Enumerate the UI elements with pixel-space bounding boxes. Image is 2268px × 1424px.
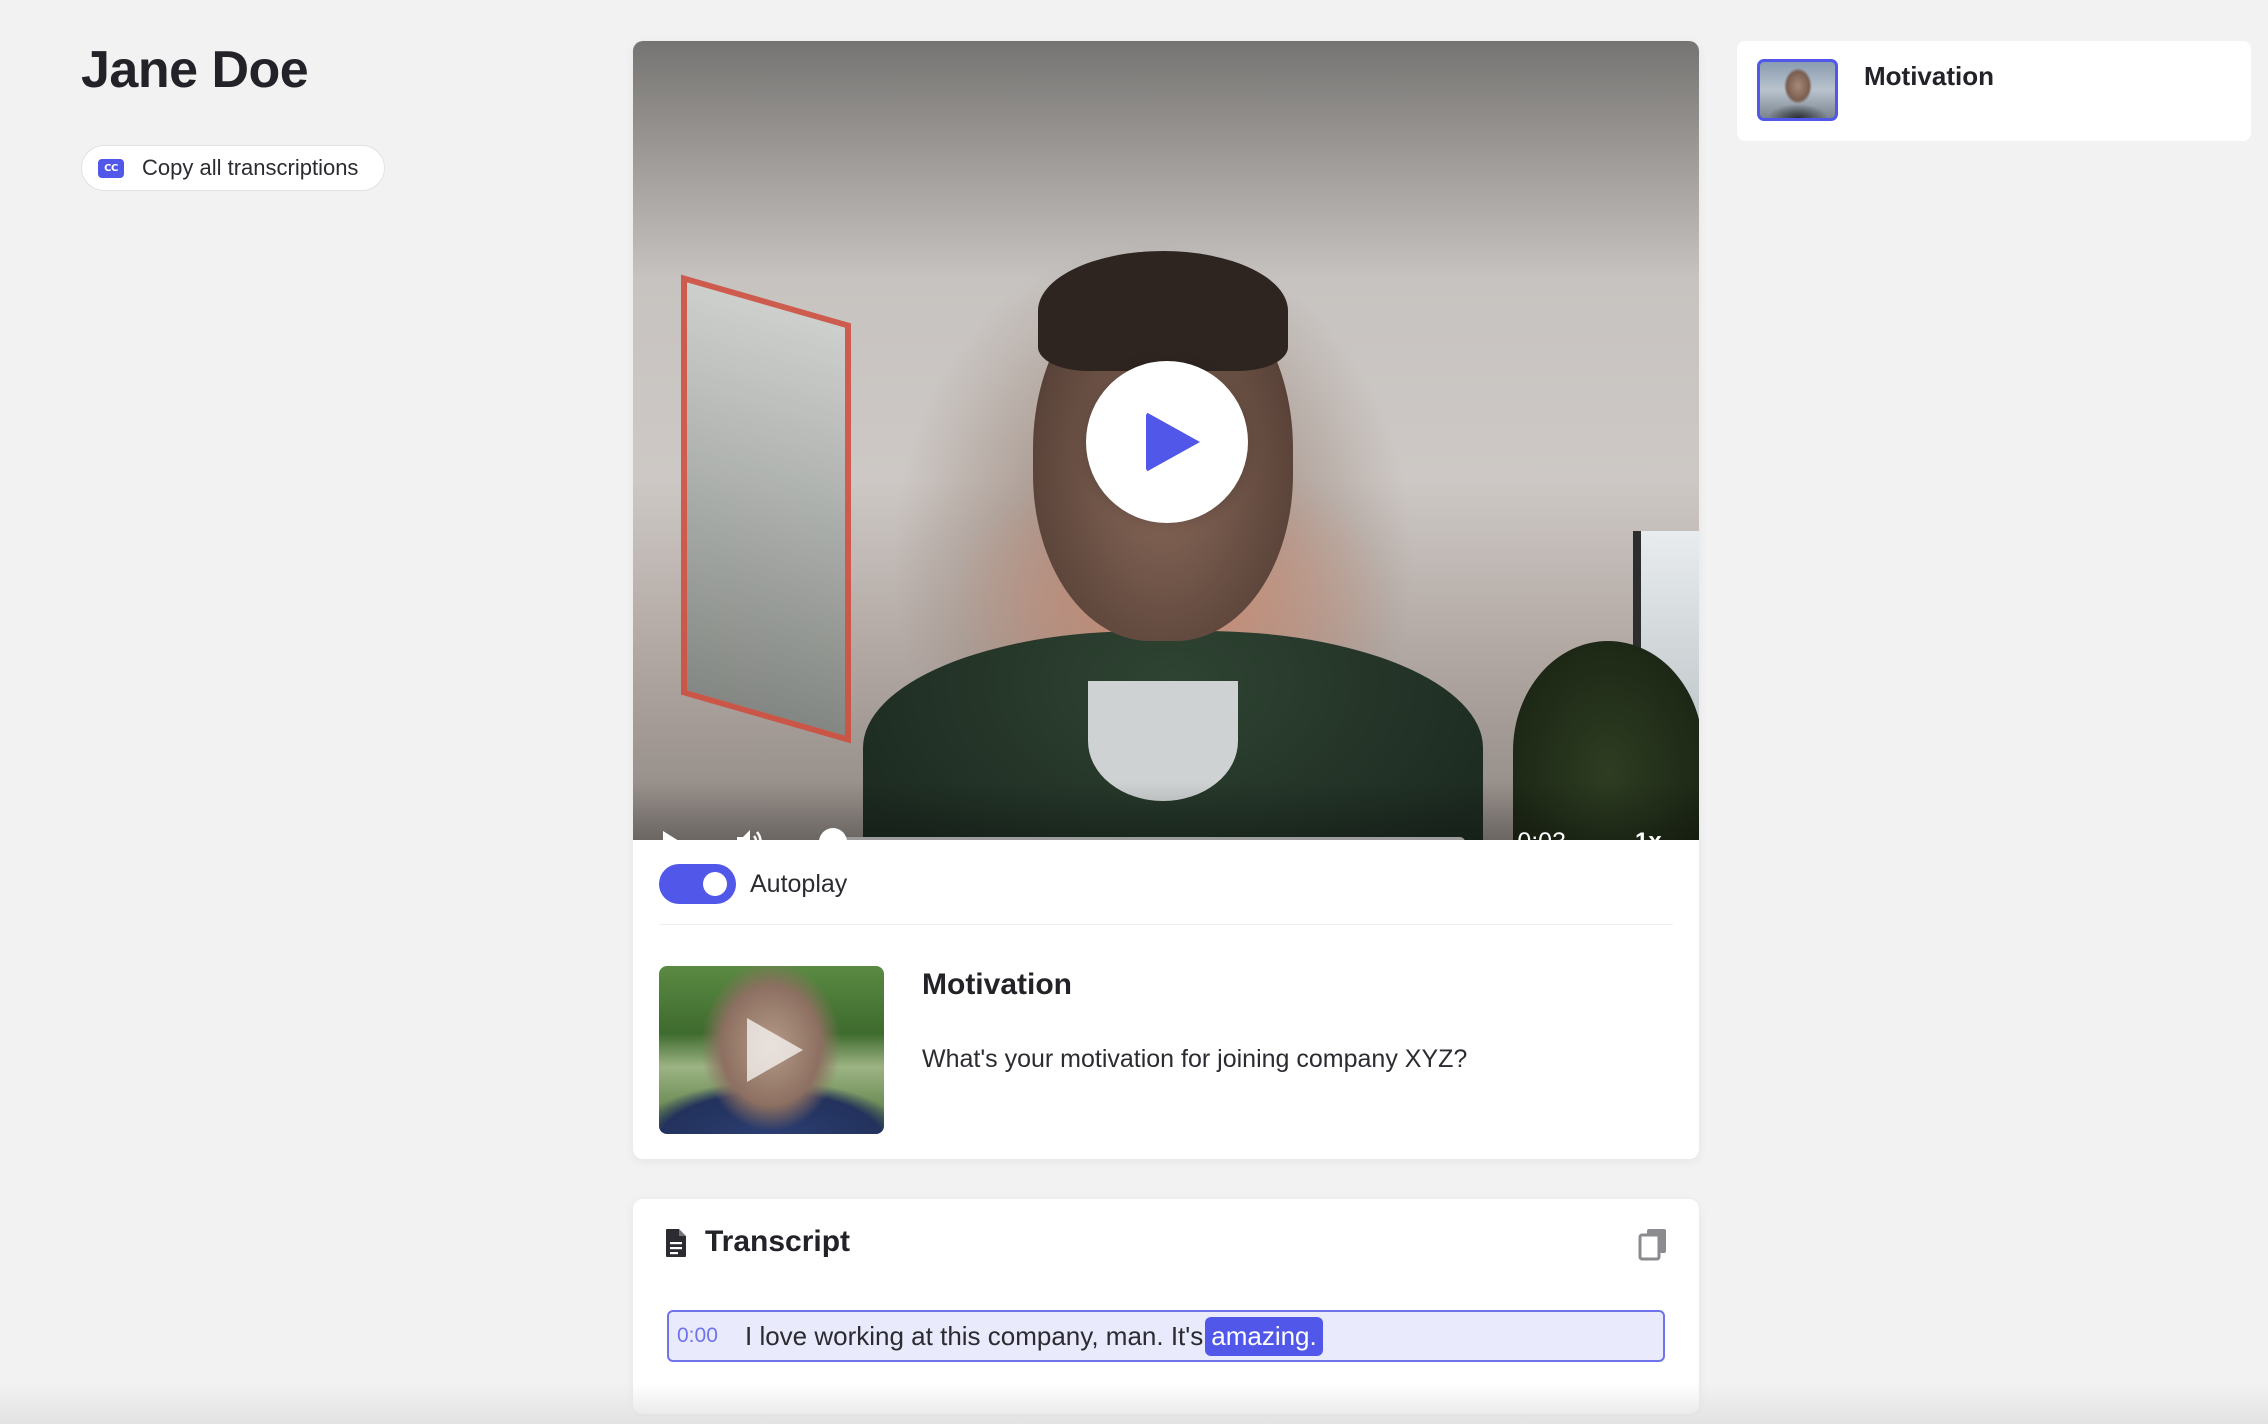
seek-bar[interactable] (833, 837, 1465, 840)
document-icon (666, 1229, 686, 1257)
video-frame-content (681, 274, 851, 744)
closed-captions-icon: CC (98, 158, 124, 178)
candidate-name: Jane Doe (81, 41, 309, 99)
playback-speed-button[interactable]: 1x (1635, 828, 1662, 840)
autoplay-label: Autoplay (750, 869, 848, 898)
volume-icon[interactable] (735, 827, 765, 840)
video-frame-content (1038, 251, 1288, 371)
sidebar-item-motivation[interactable]: Motivation (1737, 41, 2251, 141)
toggle-knob (703, 872, 727, 896)
transcript-card: Transcript 0:00 I love working at this c… (633, 1199, 1699, 1414)
question-title: Motivation (922, 968, 1072, 1001)
sidebar-item-thumbnail (1757, 59, 1838, 121)
transcript-timestamp[interactable]: 0:00 (677, 1324, 745, 1348)
play-icon[interactable] (663, 831, 679, 840)
transcript-line[interactable]: 0:00 I love working at this company, man… (667, 1310, 1665, 1362)
play-icon (1146, 412, 1200, 472)
question-text: What's your motivation for joining compa… (922, 1045, 1468, 1073)
copy-all-transcriptions-label: Copy all transcriptions (142, 155, 359, 180)
time-remaining: -0:03 (1509, 828, 1566, 840)
question-video-thumbnail[interactable] (659, 966, 884, 1134)
divider (659, 924, 1673, 925)
play-icon (747, 1018, 803, 1082)
play-overlay-button[interactable] (1086, 361, 1248, 523)
transcript-title: Transcript (705, 1225, 851, 1258)
autoplay-row: Autoplay (659, 864, 847, 904)
autoplay-toggle[interactable] (659, 864, 736, 904)
transcript-current-word: amazing. (1205, 1316, 1323, 1356)
question-card: -0:03 1x Autoplay Motivation What's your… (633, 41, 1699, 1159)
video-player[interactable]: -0:03 1x (633, 41, 1699, 840)
copy-all-transcriptions-button[interactable]: CC Copy all transcriptions (81, 145, 386, 191)
sidebar-item-label: Motivation (1864, 61, 1994, 91)
copy-icon[interactable] (1638, 1227, 1668, 1261)
transcript-text: I love working at this company, man. It'… (745, 1320, 1204, 1351)
